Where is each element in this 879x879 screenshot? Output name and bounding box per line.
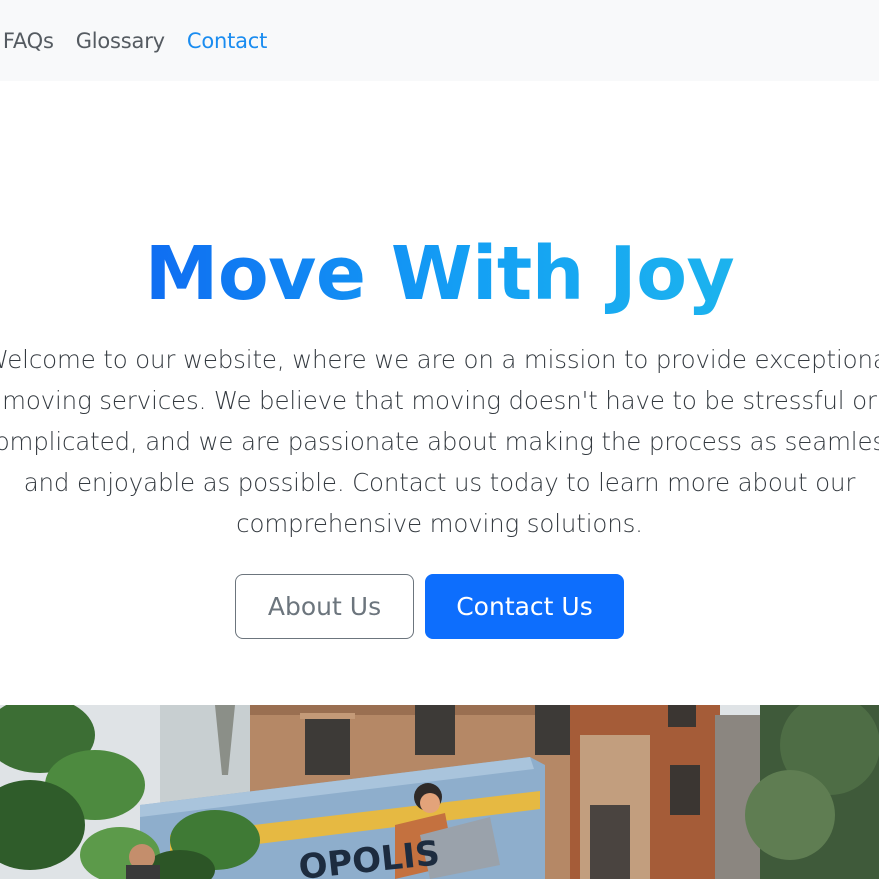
- hero-description: Welcome to our website, where we are on …: [0, 345, 879, 538]
- nav-item-contact: Contact: [187, 29, 268, 53]
- contact-us-button[interactable]: Contact Us: [425, 574, 624, 639]
- nav-link-contact[interactable]: Contact: [187, 29, 268, 53]
- hero-section: Move With Joy Welcome to our website, wh…: [0, 81, 879, 705]
- hero-title-text: Move With Joy: [144, 231, 735, 317]
- moving-truck-photo: OPOLIS: [0, 705, 879, 879]
- hero-title: Move With Joy: [0, 231, 879, 317]
- nav-list: ing FAQs Glossary Contact: [0, 0, 268, 81]
- hero-photo: OPOLIS: [0, 705, 879, 879]
- nav-link-faqs[interactable]: FAQs: [3, 29, 54, 53]
- nav-item-faqs: FAQs: [3, 29, 54, 53]
- navbar: ing FAQs Glossary Contact: [0, 0, 879, 81]
- about-us-button[interactable]: About Us: [235, 574, 414, 639]
- nav-item-glossary: Glossary: [76, 29, 165, 53]
- nav-link-glossary[interactable]: Glossary: [76, 29, 165, 53]
